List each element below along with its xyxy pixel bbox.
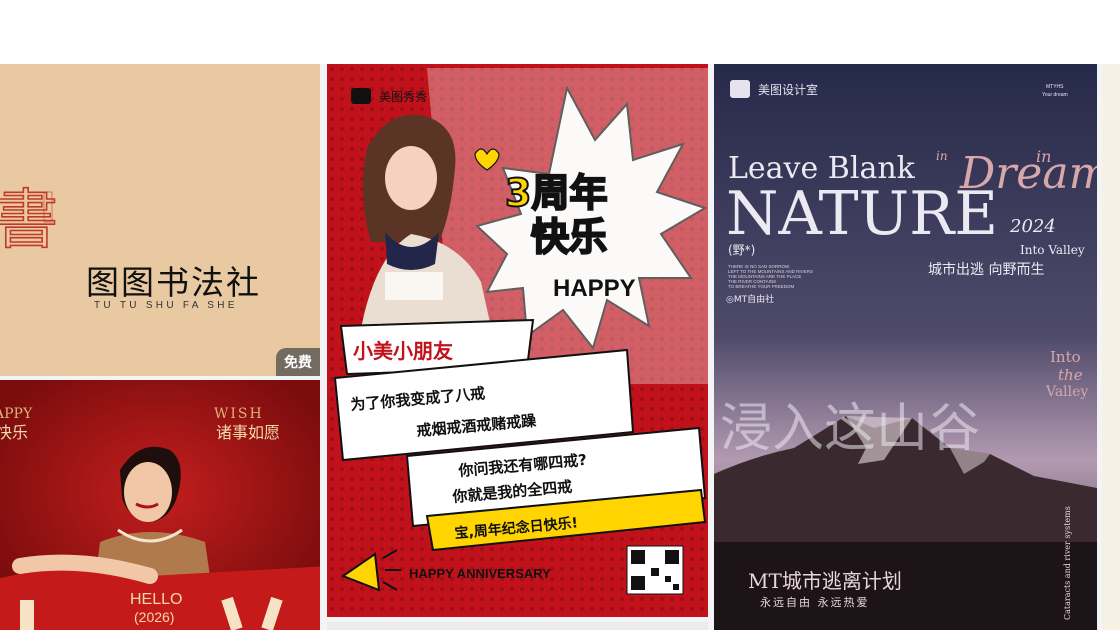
template-card-calligraphy[interactable]: 書 图图书法社 TU TU SHU FA SHE 免费 [0,64,320,376]
wish-text: WISH [214,406,264,422]
headline-line-1: 3周年 [505,171,607,215]
in-right: in [1036,147,1051,166]
nature-tag-bottom: Your dream [1042,92,1068,98]
nature-year: 2024 [1009,216,1056,237]
free-badge: 免费 [276,348,320,376]
nature-artwork: 美图设计室 MTYHS Your dream Leave Blank in Dr… [714,64,1097,630]
red-fashion-artwork: APPY 快乐 WISH 诸事如愿 HELLO (2026) [0,380,320,630]
big-cn-title: 浸入这山谷 [720,399,980,459]
anniversary-brand: 美图秀秀 [379,90,427,104]
template-card-nature[interactable]: 美图设计室 MTYHS Your dream Leave Blank in Dr… [714,64,1097,630]
hello-text: HELLO [130,591,182,608]
nature-tag-top: MTYHS [1046,84,1064,90]
into-label: Into [1050,348,1081,366]
template-card-red-fashion[interactable]: APPY 快乐 WISH 诸事如愿 HELLO (2026) [0,380,320,630]
calligraphy-title: 图图书法社 [86,263,261,302]
anniversary-artwork: 美图秀秀 3周年 快乐 HAPPY 小美小朋友 为了你我变成了八戒 戒烟戒酒戒赌… [327,64,708,617]
wild-tag: (野*) [728,243,755,257]
nature-title: NATURE [726,179,998,249]
template-card-below[interactable] [327,622,708,630]
calligraphy-seal-icon: 書 [0,183,59,259]
template-card-partial[interactable] [1102,64,1120,630]
seal-char: 書 [0,184,58,258]
side-text: Cataracts and river systems [1063,506,1072,620]
in-small: in [936,149,948,163]
year-text: (2026) [134,609,174,625]
happy-text: APPY [0,406,33,422]
wish-cn-text: 诸事如愿 [216,423,280,442]
nature-slogan: 城市出逃 向野而生 [928,261,1044,278]
name-banner: 小美小朋友 [353,339,453,363]
top-bar [0,0,1120,64]
small-line-4: TO BREATHE YOUR FREEDOM [728,284,795,289]
plan-subtitle: 永远自由 永远热爱 [760,595,870,609]
club-label: ◎MT自由社 [726,293,774,305]
headline-line-2: 快乐 [531,215,607,259]
plan-title: MT城市逃离计划 [748,569,902,593]
kuaile-text: 快乐 [0,423,28,442]
into-valley-label: Into Valley [1020,243,1085,257]
template-card-anniversary[interactable]: 美图秀秀 3周年 快乐 HAPPY 小美小朋友 为了你我变成了八戒 戒烟戒酒戒赌… [327,64,708,617]
calligraphy-subtitle: TU TU SHU FA SHE [94,300,238,311]
valley-label: Valley [1045,384,1088,400]
footer-text: HAPPY ANNIVERSARY [409,566,551,581]
happy-label: HAPPY [553,275,636,302]
the-label: the [1058,366,1083,384]
nature-brand: 美图设计室 [758,82,818,97]
